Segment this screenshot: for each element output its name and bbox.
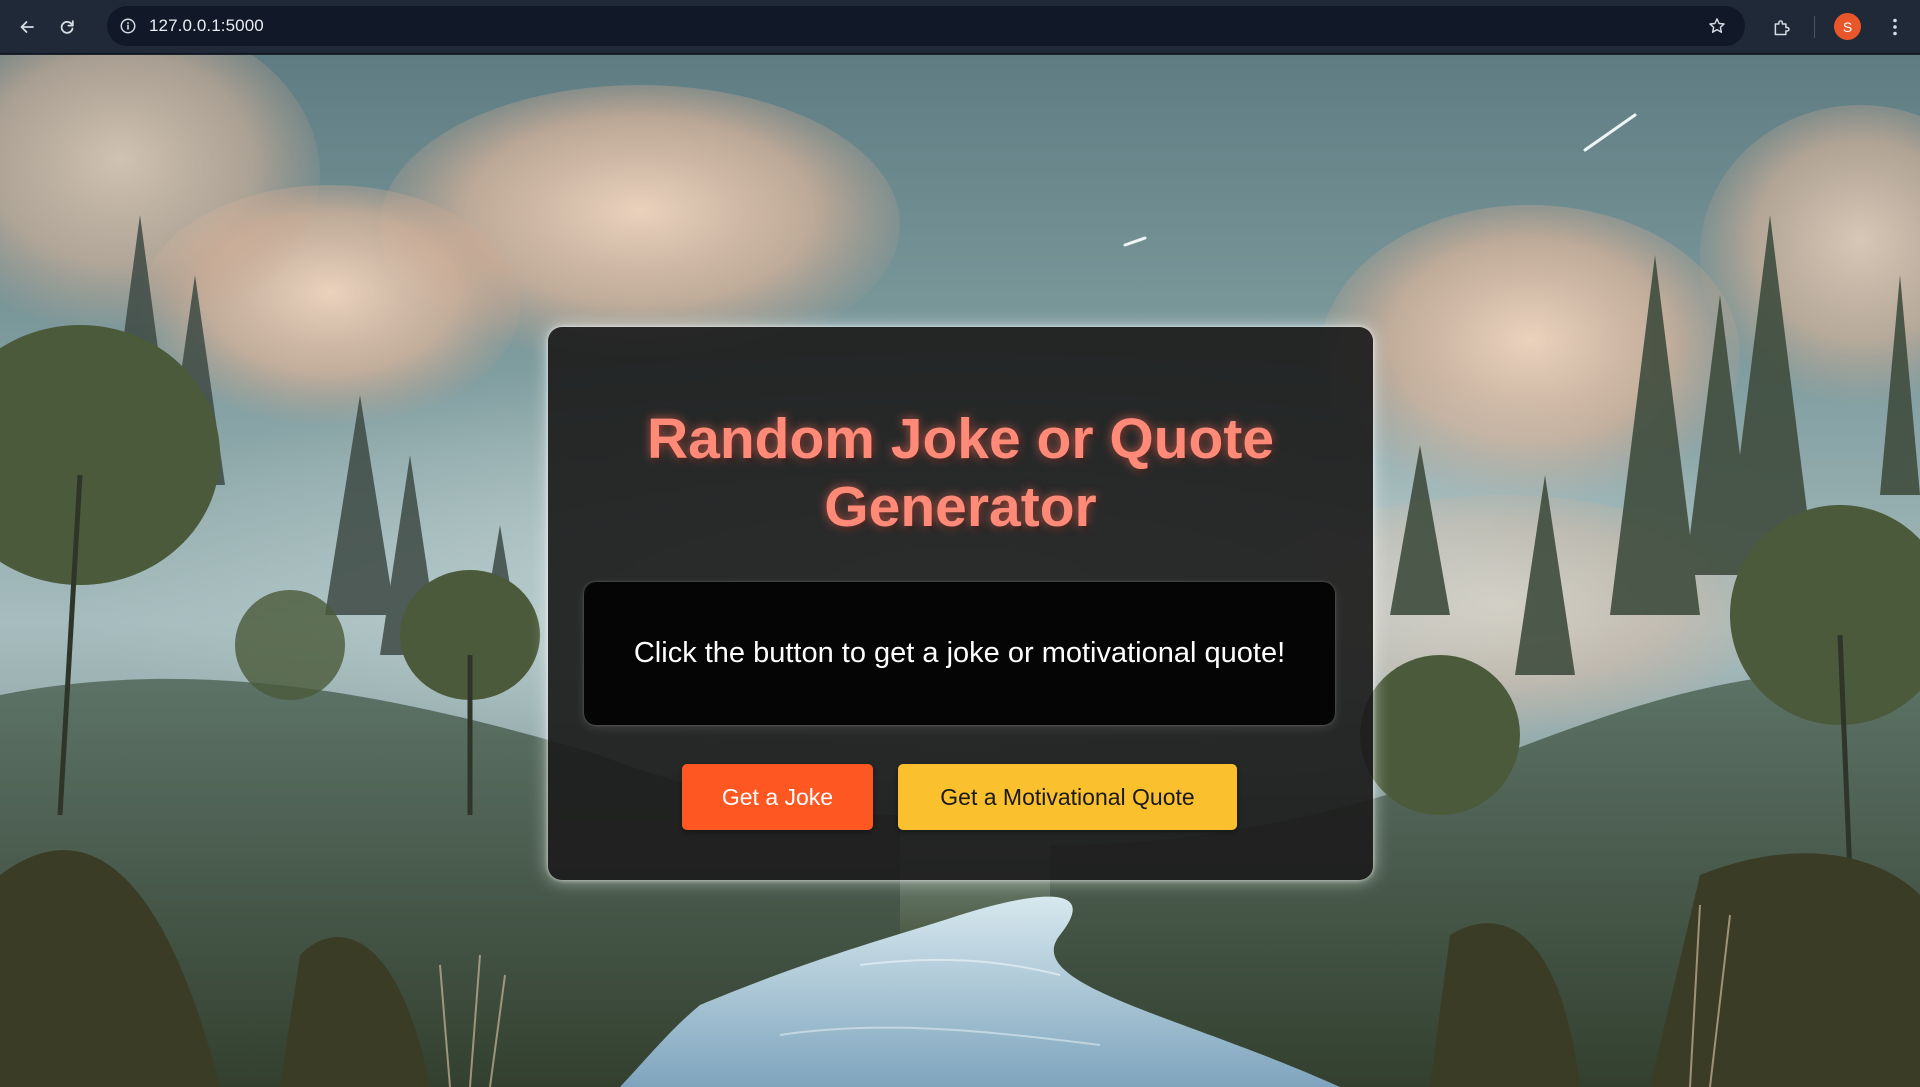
message-text: Click the button to get a joke or motiva… — [633, 637, 1286, 669]
arrow-left-icon — [20, 20, 34, 33]
reload-button[interactable] — [47, 7, 87, 47]
message-box: Click the button to get a joke or motiva… — [584, 582, 1335, 725]
browser-toolbar: 127.0.0.1:5000 S — [0, 0, 1920, 54]
profile-avatar[interactable]: S — [1834, 13, 1861, 40]
info-icon — [120, 18, 136, 34]
page-title-line1: Random Joke or Quote — [646, 407, 1275, 471]
star-icon — [1709, 18, 1725, 33]
get-joke-button[interactable]: Get a Joke — [682, 764, 873, 830]
page-title-line2: Generator — [824, 475, 1097, 539]
bookmark-button[interactable] — [1705, 14, 1729, 38]
url-text[interactable]: 127.0.0.1:5000 — [149, 16, 264, 36]
more-vert-icon — [1893, 18, 1897, 36]
get-quote-button[interactable]: Get a Motivational Quote — [898, 764, 1237, 830]
address-bar[interactable]: 127.0.0.1:5000 — [107, 6, 1745, 46]
page-viewport: Random Joke or Quote Generator Click the… — [0, 55, 1920, 1087]
browser-menu-button[interactable] — [1880, 11, 1910, 43]
page-title: Random Joke or Quote Generator — [548, 405, 1373, 541]
generator-card: Random Joke or Quote Generator Click the… — [548, 327, 1373, 880]
puzzle-icon — [1774, 19, 1790, 35]
back-button[interactable] — [7, 7, 47, 47]
reload-icon — [60, 19, 74, 34]
toolbar-divider — [1814, 16, 1815, 38]
extensions-button[interactable] — [1765, 11, 1797, 43]
site-info-button[interactable] — [117, 15, 139, 37]
